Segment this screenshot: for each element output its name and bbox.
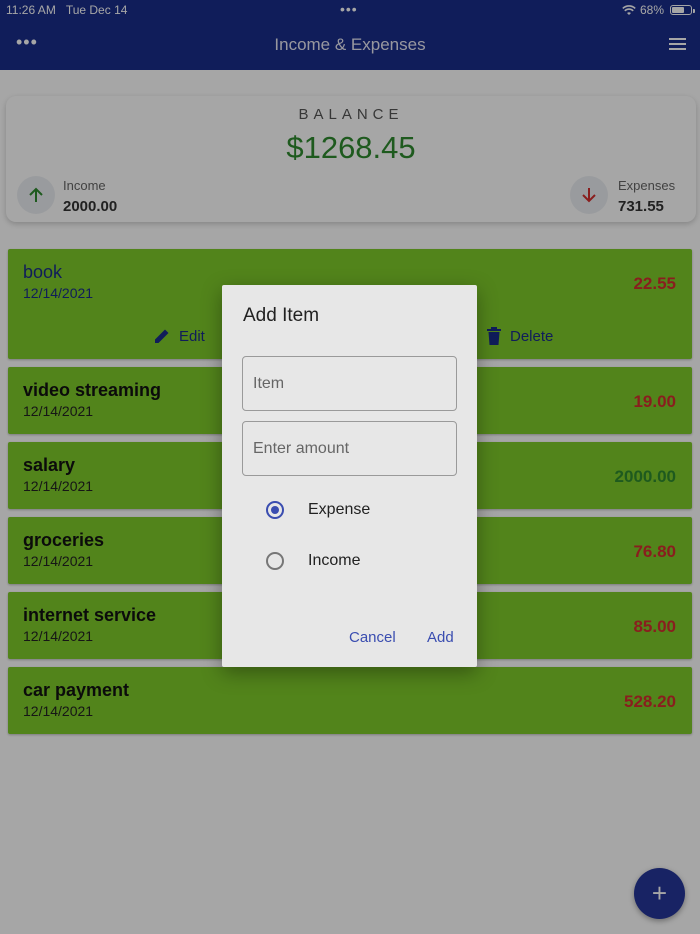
radio-expense-circle[interactable] <box>266 501 284 519</box>
radio-income-circle[interactable] <box>266 552 284 570</box>
item-input[interactable] <box>242 356 457 411</box>
radio-expense-label: Expense <box>308 501 371 518</box>
radio-income-label: Income <box>308 552 361 569</box>
radio-income[interactable]: Income <box>266 552 360 570</box>
radio-expense[interactable]: Expense <box>266 501 370 519</box>
add-item-dialog: Add Item Expense Income Cancel Add <box>222 285 477 667</box>
dialog-title: Add Item <box>243 305 320 326</box>
cancel-button[interactable]: Cancel <box>349 629 396 646</box>
add-button[interactable]: Add <box>427 629 454 646</box>
amount-input[interactable] <box>242 421 457 476</box>
